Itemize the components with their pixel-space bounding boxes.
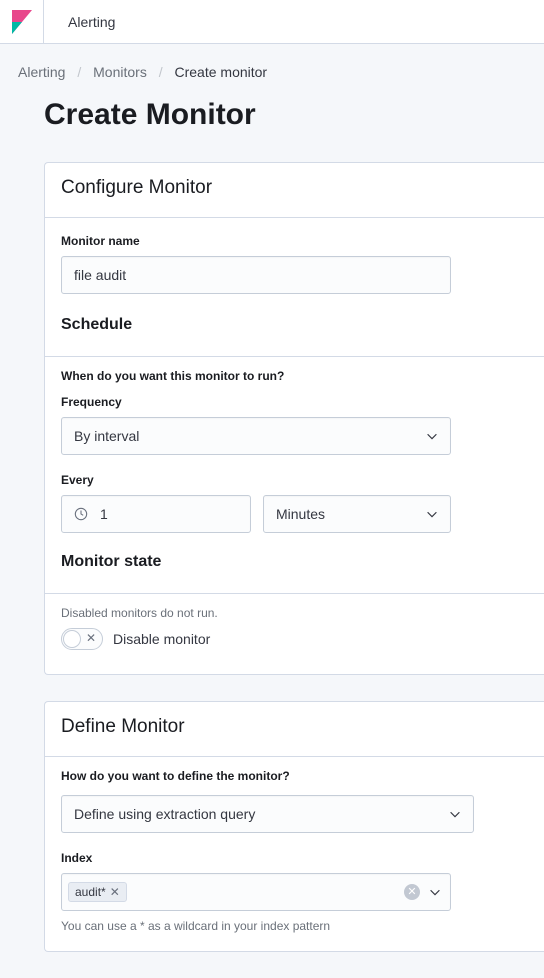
configure-panel-header: Configure Monitor	[45, 163, 544, 218]
breadcrumb-separator: /	[77, 64, 81, 80]
close-icon: ✕	[86, 631, 96, 645]
toggle-knob	[63, 630, 81, 648]
close-icon[interactable]: ✕	[110, 885, 120, 899]
monitor-state-hint: Disabled monitors do not run.	[61, 606, 528, 620]
disable-monitor-toggle-label: Disable monitor	[113, 631, 210, 647]
define-panel-header: Define Monitor	[45, 702, 544, 757]
index-help-text: You can use a * as a wildcard in your in…	[61, 919, 528, 933]
schedule-title: Schedule	[61, 316, 528, 334]
every-unit-select[interactable]: Minutes	[263, 495, 451, 533]
frequency-value: By interval	[74, 428, 139, 444]
frequency-select[interactable]: By interval	[61, 417, 451, 455]
breadcrumb-link-monitors[interactable]: Monitors	[93, 64, 147, 80]
index-label: Index	[61, 851, 528, 865]
monitor-state-title: Monitor state	[61, 553, 528, 571]
index-combo-box[interactable]: audit* ✕ ✕	[61, 873, 451, 911]
breadcrumb-link-alerting[interactable]: Alerting	[18, 64, 65, 80]
clear-all-icon[interactable]: ✕	[404, 884, 420, 900]
breadcrumb: Alerting / Monitors / Create monitor	[16, 44, 544, 98]
every-label: Every	[61, 473, 528, 487]
clock-icon	[74, 507, 88, 521]
define-prompt: How do you want to define the monitor?	[61, 769, 528, 783]
configure-panel-title: Configure Monitor	[61, 177, 528, 199]
define-panel-title: Define Monitor	[61, 716, 528, 738]
every-unit-value: Minutes	[276, 506, 325, 522]
header-app-title: Alerting	[44, 14, 115, 30]
schedule-prompt: When do you want this monitor to run?	[61, 369, 528, 383]
chevron-down-icon	[428, 885, 442, 899]
frequency-label: Frequency	[61, 395, 528, 409]
monitor-name-input[interactable]	[61, 256, 451, 294]
define-method-value: Define using extraction query	[74, 806, 255, 822]
every-value: 1	[100, 506, 108, 522]
kibana-logo-icon[interactable]	[0, 0, 44, 43]
breadcrumb-separator: /	[159, 64, 163, 80]
top-header: Alerting	[0, 0, 544, 44]
configure-monitor-panel: Configure Monitor Monitor name Schedule …	[44, 162, 544, 675]
index-pill-text: audit*	[75, 885, 106, 899]
define-monitor-panel: Define Monitor How do you want to define…	[44, 701, 544, 952]
breadcrumb-current: Create monitor	[175, 64, 268, 80]
every-value-input[interactable]: 1	[61, 495, 251, 533]
disable-monitor-toggle[interactable]: ✕	[61, 628, 103, 650]
page-title: Create Monitor	[16, 98, 544, 132]
index-pill[interactable]: audit* ✕	[68, 882, 127, 902]
monitor-name-label: Monitor name	[61, 234, 528, 248]
define-method-select[interactable]: Define using extraction query	[61, 795, 474, 833]
